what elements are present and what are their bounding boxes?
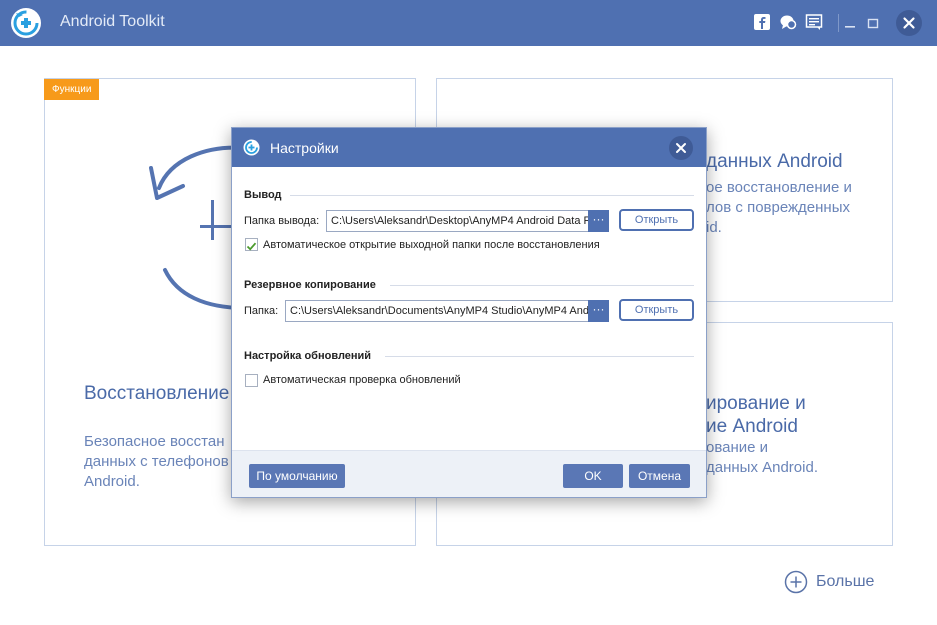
feedback-icon[interactable] [805,13,823,31]
title-bar: Android Toolkit [0,0,937,46]
backup-open-button[interactable]: Открыть [619,299,694,321]
facebook-icon[interactable] [753,13,771,31]
minimize-icon[interactable] [838,11,862,35]
app-title: Android Toolkit [60,13,165,30]
settings-dialog: Настройки Вывод Папка вывода: C:\Users\A… [231,127,707,498]
dialog-logo-icon [243,139,260,156]
maximize-icon[interactable] [861,11,885,35]
broken-data-card-title: данных Android [706,151,843,172]
ok-button[interactable]: OK [563,464,623,488]
broken-data-card-desc: ое восстановление и лов с поврежденных i… [706,179,852,236]
app-logo-icon [11,8,41,38]
backup-section-title: Резервное копирование [244,279,376,291]
auto-open-checkbox[interactable] [245,238,258,251]
recovery-card-title: Восстановление [84,383,230,404]
close-button[interactable] [896,10,922,36]
default-button[interactable]: По умолчанию [249,464,345,488]
backup-section-divider [390,285,694,286]
auto-open-label: Автоматическое открытие выходной папки п… [263,239,600,251]
output-open-button[interactable]: Открыть [619,209,694,231]
dialog-close-button[interactable] [669,136,693,160]
updates-section-title: Настройка обновлений [244,350,372,362]
backup-card-desc: ование и данных Android. [706,439,818,476]
auto-check-updates-checkbox[interactable] [245,374,258,387]
output-section-divider [290,195,694,196]
checkmark-icon [246,242,257,251]
close-icon [676,143,686,153]
backup-card-title: ирование и ие Android [706,393,806,437]
dialog-title: Настройки [270,140,339,156]
more-button[interactable]: Больше [816,573,874,591]
backup-browse-button[interactable]: ··· [588,300,609,322]
dialog-header: Настройки [232,128,706,167]
recovery-card-desc: Безопасное восстан данных с телефонов An… [84,433,229,490]
output-folder-input[interactable]: C:\Users\Aleksandr\Desktop\AnyMP4 Androi… [326,210,590,232]
output-folder-label: Папка вывода: [244,215,320,227]
cancel-button[interactable]: Отмена [629,464,690,488]
backup-folder-input[interactable]: C:\Users\Aleksandr\Documents\AnyMP4 Stud… [285,300,590,322]
backup-folder-label: Папка: [244,305,279,317]
auto-check-updates-label: Автоматическая проверка обновлений [263,374,461,386]
close-icon [903,17,915,29]
output-browse-button[interactable]: ··· [588,210,609,232]
plus-circle-icon[interactable] [784,570,808,594]
updates-section-divider [385,356,694,357]
chat-icon[interactable] [779,13,797,31]
dialog-footer: По умолчанию OK Отмена [232,450,706,497]
features-badge: Функции [44,79,100,100]
output-section-title: Вывод [244,189,282,201]
